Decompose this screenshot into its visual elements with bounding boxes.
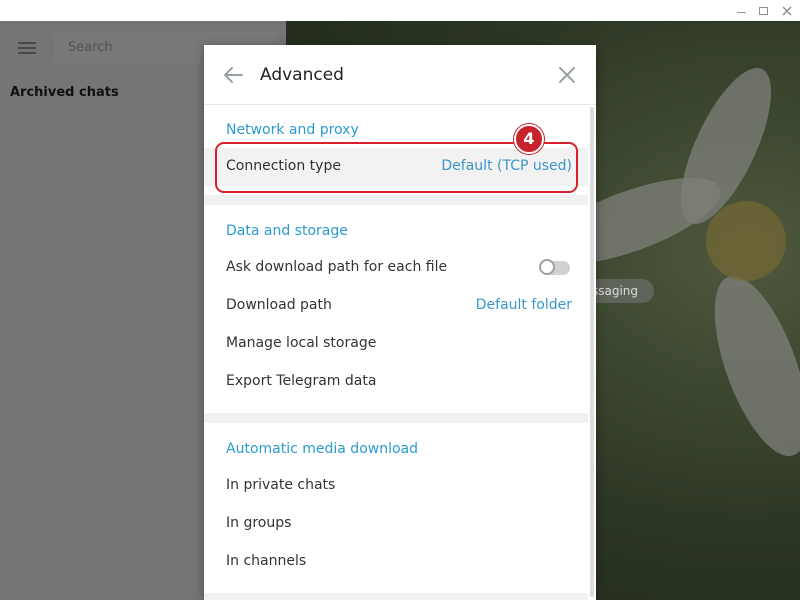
- export-data-label: Export Telegram data: [226, 373, 377, 389]
- minimize-icon: [736, 12, 746, 13]
- back-arrow-icon[interactable]: [222, 65, 244, 85]
- private-chats-row[interactable]: In private chats: [204, 467, 588, 505]
- maximize-icon: [758, 6, 768, 15]
- flower-petal: [662, 56, 790, 236]
- dialog-scrollbar[interactable]: [590, 107, 594, 597]
- section-divider: [204, 195, 588, 205]
- section-divider: [204, 593, 588, 600]
- export-data-row[interactable]: Export Telegram data: [204, 363, 588, 401]
- download-path-row[interactable]: Download path Default folder: [204, 287, 588, 325]
- title-bar: [0, 0, 800, 21]
- service-message-pill: ssaging: [586, 279, 654, 303]
- ask-download-path-row[interactable]: Ask download path for each file: [204, 249, 588, 287]
- channels-label: In channels: [226, 553, 307, 569]
- flower-petal: [695, 264, 800, 468]
- manage-local-storage-label: Manage local storage: [226, 335, 377, 351]
- download-path-value[interactable]: Default folder: [476, 297, 572, 313]
- download-path-label: Download path: [226, 297, 332, 313]
- flower-center: [706, 201, 786, 281]
- close-icon[interactable]: [558, 66, 576, 84]
- annotation-step-badge: 4: [514, 124, 544, 154]
- media-section-title: Automatic media download: [226, 441, 419, 457]
- private-chats-label: In private chats: [226, 477, 336, 493]
- maximize-button[interactable]: [750, 0, 776, 21]
- ask-download-path-label: Ask download path for each file: [226, 259, 448, 275]
- data-section-title: Data and storage: [226, 223, 348, 239]
- section-divider: [204, 413, 588, 423]
- dialog-header: Advanced: [204, 45, 596, 105]
- menu-icon[interactable]: [18, 42, 36, 54]
- archived-chats-label[interactable]: Archived chats: [10, 85, 119, 100]
- groups-label: In groups: [226, 515, 292, 531]
- channels-row[interactable]: In channels: [204, 543, 588, 581]
- dialog-title: Advanced: [260, 65, 344, 85]
- groups-row[interactable]: In groups: [204, 505, 588, 543]
- close-window-icon: [782, 5, 792, 16]
- network-section-title: Network and proxy: [226, 122, 359, 138]
- manage-local-storage-row[interactable]: Manage local storage: [204, 325, 588, 363]
- ask-download-path-toggle[interactable]: [539, 259, 570, 275]
- close-window-button[interactable]: [774, 0, 800, 21]
